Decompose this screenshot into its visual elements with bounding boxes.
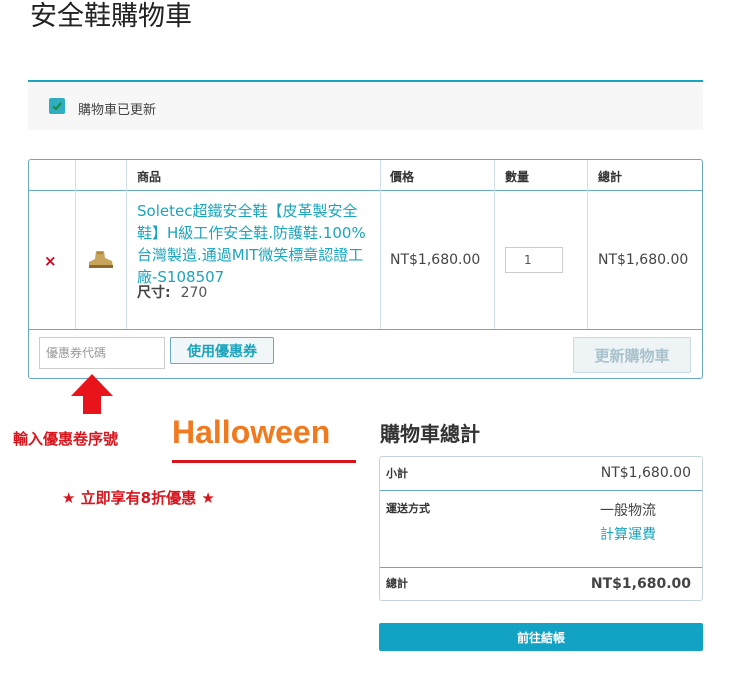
cart-table: 商品 價格 數量 總計 × Soletec超鐵安全鞋【皮革製安全鞋】H級工作安全… [28,159,703,379]
item-subtotal: NT$1,680.00 [598,252,689,268]
size-label: 尺寸: [137,285,171,301]
boot-icon [89,251,113,268]
column-divider [380,160,381,329]
size-value: 270 [180,285,208,301]
header-quantity: 數量 [505,170,530,184]
cart-updated-notice: 購物車已更新 [28,80,703,130]
column-divider [587,160,588,329]
checkout-button[interactable]: 前往結帳 [379,623,703,651]
totals-divider [380,567,702,568]
header-subtotal: 總計 [598,170,623,184]
product-thumbnail[interactable] [87,250,115,274]
totals-divider [380,490,702,491]
promo-underline [172,460,356,463]
coupon-code-input[interactable] [39,337,165,369]
cart-totals-table: 小計 NT$1,680.00 運送方式 一般物流 計算運費 總計 NT$1,68… [379,456,703,601]
notice-message: 購物車已更新 [78,103,157,118]
promo-label: 輸入優惠卷序號 [13,430,119,448]
product-size: 尺寸: 270 [137,282,207,302]
header-price: 價格 [390,170,415,184]
header-product: 商品 [137,170,162,184]
arrow-up-icon [71,374,113,414]
column-divider [494,160,495,329]
apply-coupon-button[interactable]: 使用優惠券 [170,337,274,364]
total-label: 總計 [386,577,408,590]
check-icon [49,98,65,114]
product-name-link[interactable]: Soletec超鐵安全鞋【皮革製安全鞋】H級工作安全鞋.防護鞋.100%台灣製造… [137,200,375,288]
promo-code: Halloween [172,414,331,450]
quantity-input[interactable] [505,247,563,273]
calculate-shipping-link[interactable]: 計算運費 [600,524,656,544]
subtotal-value: NT$1,680.00 [600,465,691,481]
update-cart-button[interactable]: 更新購物車 [573,337,691,373]
subtotal-label: 小計 [386,467,408,480]
cart-totals-title: 購物車總計 [380,422,480,446]
remove-item-button[interactable]: × [44,252,57,270]
page-title: 安全鞋購物車 [30,1,192,32]
shipping-method: 一般物流 [600,503,656,519]
row-divider [29,329,702,330]
shipping-label: 運送方式 [386,502,430,515]
item-price: NT$1,680.00 [390,252,481,268]
promo-offer: ★ 立即享有8折優惠 ★ [62,489,215,507]
column-divider [75,160,76,329]
total-value: NT$1,680.00 [590,576,691,592]
column-divider [126,160,127,329]
